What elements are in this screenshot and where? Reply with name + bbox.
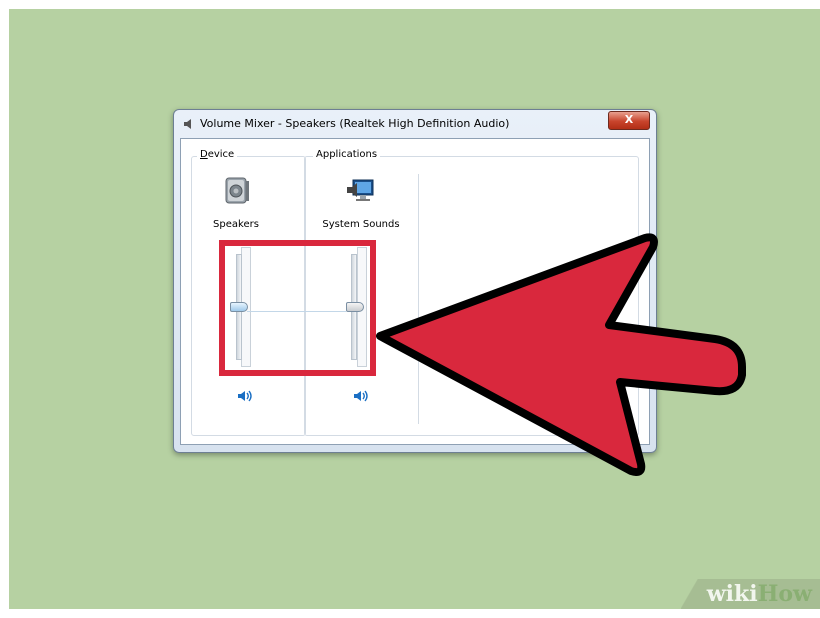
illustration-stage: Volume Mixer - Speakers (Realtek High De… [9,9,820,609]
speakers-label: Speakers [213,219,259,230]
device-mute-speaker-icon[interactable] [237,389,253,403]
system-sounds-volume-thumb[interactable] [346,302,364,312]
system-sounds-mute-speaker-icon[interactable] [353,389,369,403]
device-label-rest: evice [207,149,235,160]
applications-separator [418,174,419,424]
mixer-content: Device Applications Speakers System Soun… [180,138,650,445]
speaker-icon [184,119,191,129]
speaker-device-icon[interactable] [224,176,250,206]
volume-link-line [247,311,346,312]
system-sounds-label: System Sounds [322,219,400,230]
applications-group-label: Applications [313,149,381,160]
title-bar[interactable]: Volume Mixer - Speakers (Realtek High De… [174,110,656,138]
wikihow-watermark: wikiHow [680,579,820,609]
watermark-wiki: wiki [706,581,758,607]
watermark-how: How [757,581,812,607]
close-button[interactable]: X [608,111,650,130]
window-title: Volume Mixer - Speakers (Realtek High De… [200,117,510,130]
system-sounds-icon[interactable] [346,177,376,205]
device-volume-thumb[interactable] [230,302,248,312]
device-group-label: Device [197,149,238,160]
volume-mixer-window: Volume Mixer - Speakers (Realtek High De… [173,109,657,453]
device-accesskey: D [200,149,208,160]
